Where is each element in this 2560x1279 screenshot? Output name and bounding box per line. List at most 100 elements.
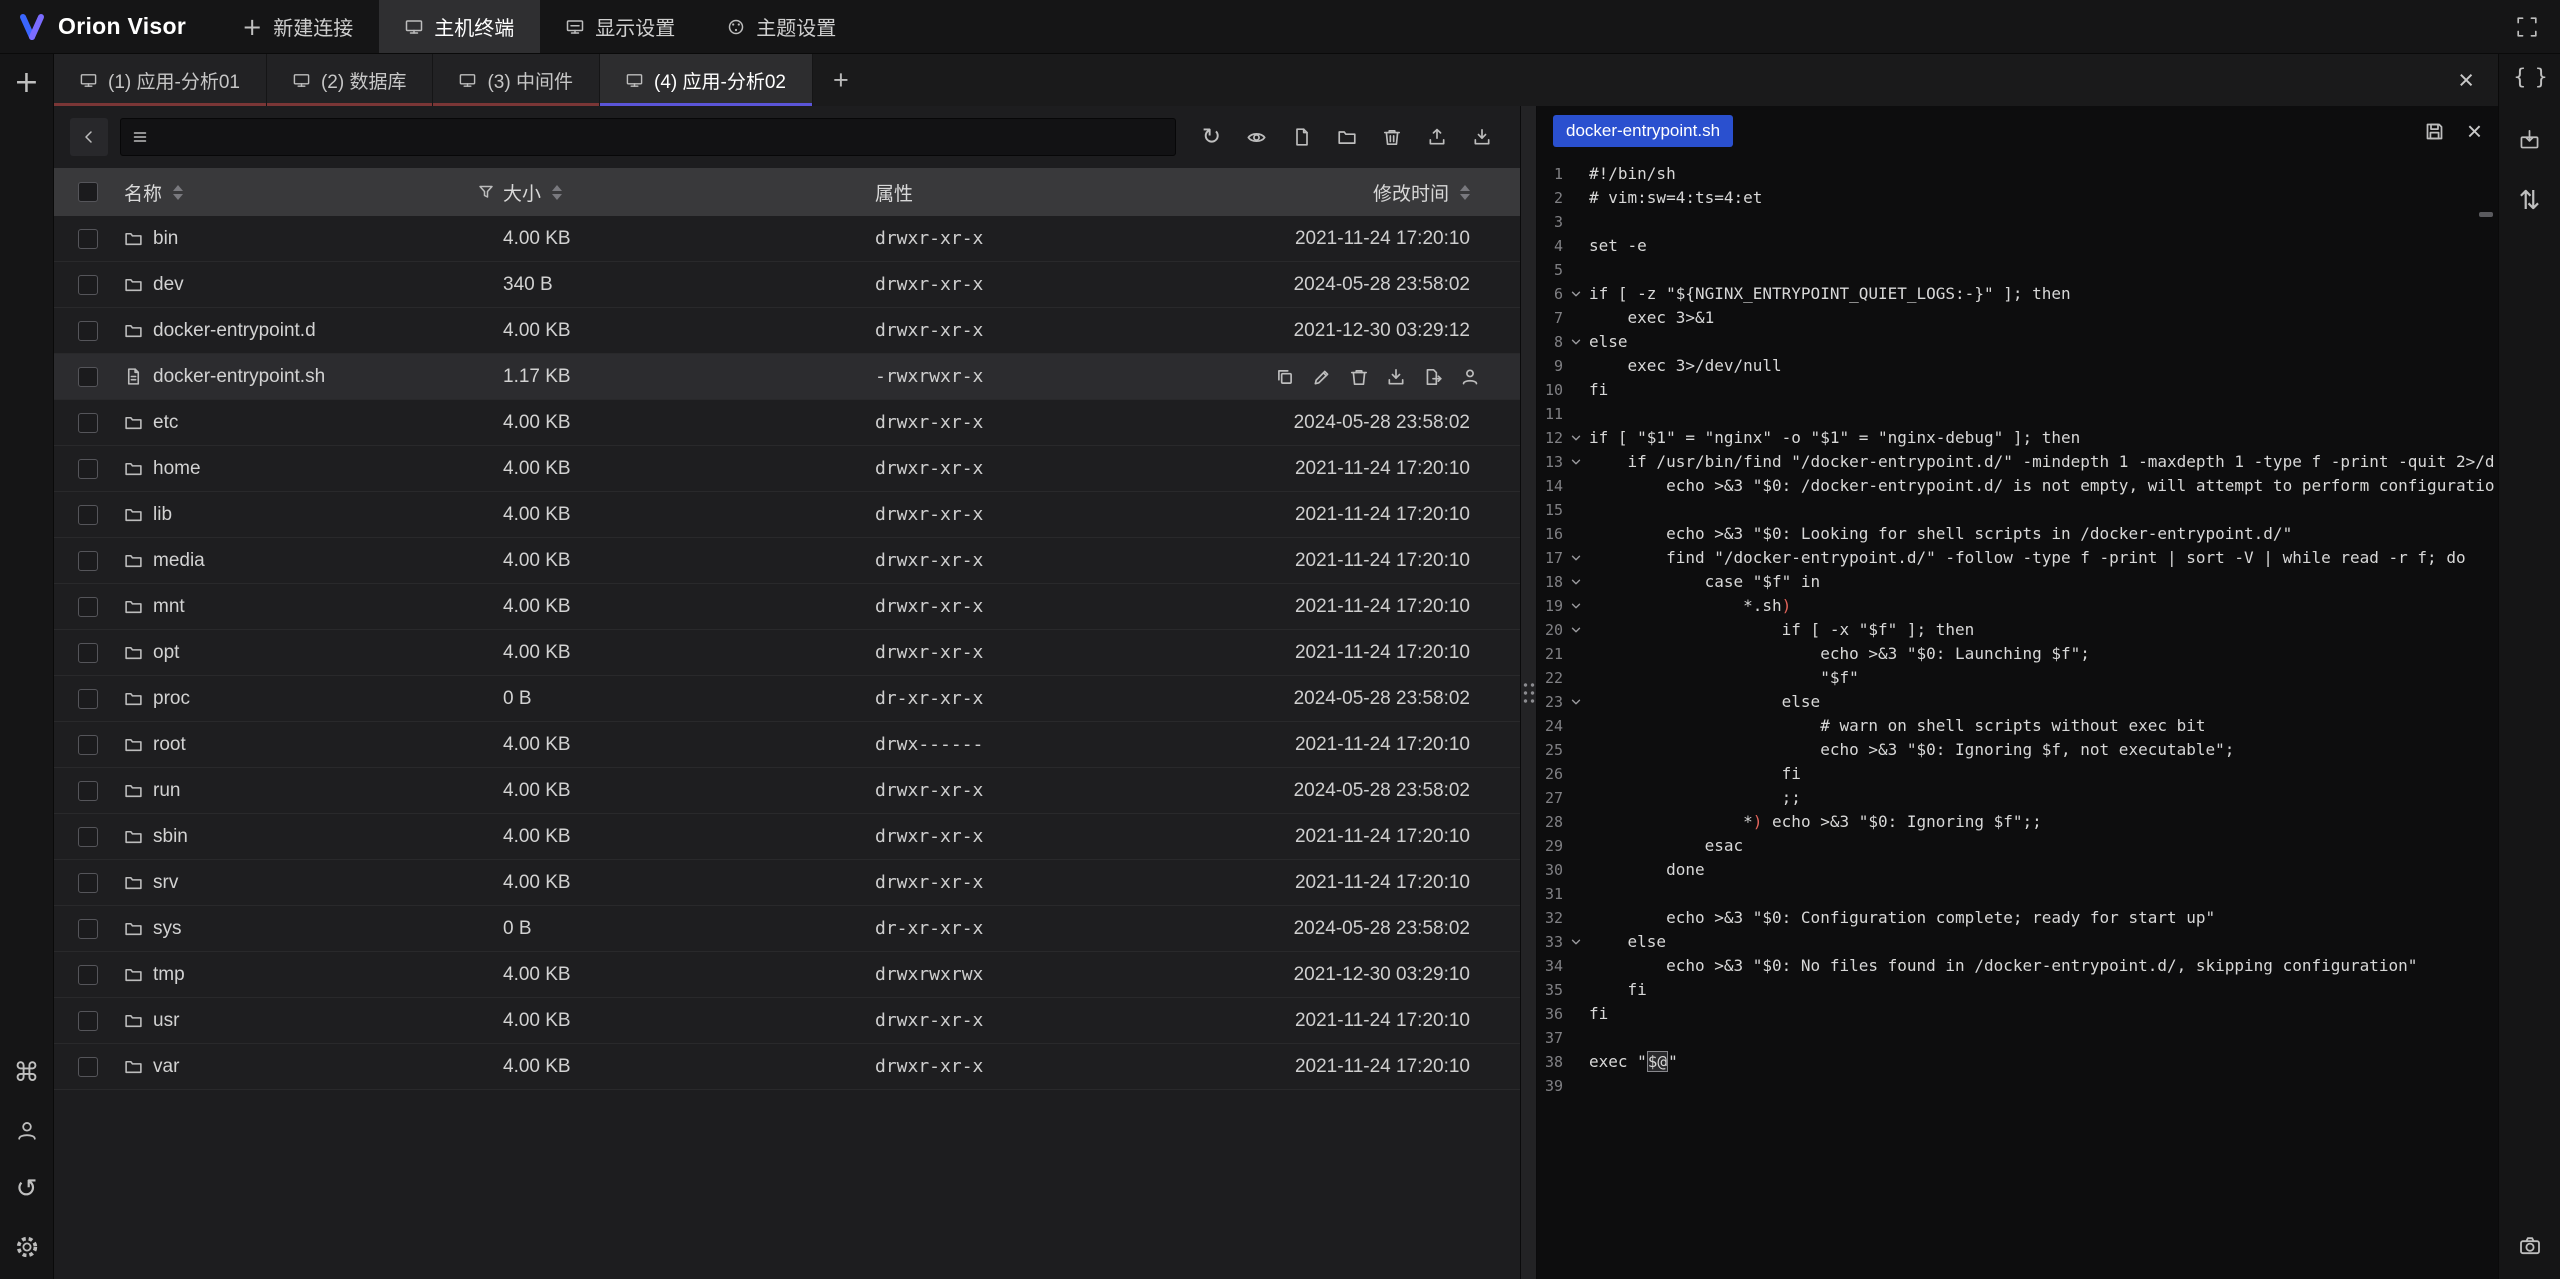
line-number[interactable]: 31 xyxy=(1537,882,1563,906)
line-number[interactable]: 18 xyxy=(1537,570,1563,594)
refresh-button[interactable]: ↻ xyxy=(1202,126,1221,149)
line-number[interactable]: 39 xyxy=(1537,1074,1563,1098)
fold-toggle[interactable] xyxy=(1563,695,1589,709)
tab-3[interactable]: (3) 中间件 xyxy=(433,54,600,106)
tab-2[interactable]: (2) 数据库 xyxy=(267,54,434,106)
line-number[interactable]: 1 xyxy=(1537,162,1563,186)
line-number[interactable]: 22 xyxy=(1537,666,1563,690)
fold-toggle[interactable] xyxy=(1563,599,1589,613)
file-row[interactable]: etc 4.00 KB drwxr-xr-x 2024-05-28 23:58:… xyxy=(54,400,1520,446)
close-editor-button[interactable]: × xyxy=(2467,118,2482,144)
variables-button[interactable]: { } xyxy=(2513,60,2547,94)
file-row[interactable]: docker-entrypoint.sh 1.17 KB -rwxrwxr-x xyxy=(54,354,1520,400)
line-number[interactable]: 5 xyxy=(1537,258,1563,282)
tab-4[interactable]: (4) 应用-分析02 xyxy=(600,54,813,106)
line-number[interactable]: 32 xyxy=(1537,906,1563,930)
file-row[interactable]: home 4.00 KB drwxr-xr-x 2021-11-24 17:20… xyxy=(54,446,1520,492)
file-row[interactable]: proc 0 B dr-xr-xr-x 2024-05-28 23:58:02 xyxy=(54,676,1520,722)
row-checkbox[interactable] xyxy=(78,781,98,801)
line-number[interactable]: 3 xyxy=(1537,210,1563,234)
line-number[interactable]: 25 xyxy=(1537,738,1563,762)
column-header-name[interactable]: 名称 xyxy=(108,179,503,206)
row-checkbox[interactable] xyxy=(78,229,98,249)
row-checkbox[interactable] xyxy=(78,505,98,525)
line-number[interactable]: 34 xyxy=(1537,954,1563,978)
fold-toggle[interactable] xyxy=(1563,455,1589,469)
fullscreen-button[interactable] xyxy=(2494,0,2560,53)
menu-item-display-settings[interactable]: 显示设置 xyxy=(540,0,701,53)
code-area[interactable]: 1 #!/bin/sh 2 xyxy=(1537,156,2498,1279)
tab-1[interactable]: (1) 应用-分析01 xyxy=(54,54,267,106)
fold-toggle[interactable] xyxy=(1563,575,1589,589)
file-row[interactable]: sys 0 B dr-xr-xr-x 2024-05-28 23:58:02 xyxy=(54,906,1520,952)
sort-carets[interactable] xyxy=(552,185,562,200)
close-panel-button[interactable]: × xyxy=(2434,54,2498,106)
sort-carets[interactable] xyxy=(173,185,183,200)
delete-button[interactable] xyxy=(1382,127,1402,147)
fold-toggle[interactable] xyxy=(1563,335,1589,349)
line-number[interactable]: 37 xyxy=(1537,1026,1563,1050)
file-row[interactable]: var 4.00 KB drwxr-xr-x 2021-11-24 17:20:… xyxy=(54,1044,1520,1090)
line-number[interactable]: 13 xyxy=(1537,450,1563,474)
file-row[interactable]: opt 4.00 KB drwxr-xr-x 2021-11-24 17:20:… xyxy=(54,630,1520,676)
file-row[interactable]: run 4.00 KB drwxr-xr-x 2024-05-28 23:58:… xyxy=(54,768,1520,814)
column-header-size[interactable]: 大小 xyxy=(503,179,875,206)
file-row[interactable]: bin 4.00 KB drwxr-xr-x 2021-11-24 17:20:… xyxy=(54,216,1520,262)
row-checkbox[interactable] xyxy=(78,873,98,893)
line-number[interactable]: 35 xyxy=(1537,978,1563,1002)
sort-switch-button[interactable]: ⇅ xyxy=(2513,184,2547,218)
delete-icon[interactable] xyxy=(1349,367,1369,387)
line-number[interactable]: 16 xyxy=(1537,522,1563,546)
move-icon[interactable] xyxy=(1423,367,1443,387)
save-button[interactable] xyxy=(2424,121,2445,142)
shortcuts-button[interactable]: ⌘ xyxy=(10,1056,44,1090)
line-number[interactable]: 12 xyxy=(1537,426,1563,450)
permission-icon[interactable] xyxy=(1460,367,1480,387)
row-checkbox[interactable] xyxy=(78,1011,98,1031)
line-number[interactable]: 20 xyxy=(1537,618,1563,642)
settings-button[interactable] xyxy=(10,1230,44,1264)
file-row[interactable]: media 4.00 KB drwxr-xr-x 2021-11-24 17:2… xyxy=(54,538,1520,584)
row-checkbox[interactable] xyxy=(78,1057,98,1077)
row-checkbox[interactable] xyxy=(78,551,98,571)
row-checkbox[interactable] xyxy=(78,321,98,341)
line-number[interactable]: 21 xyxy=(1537,642,1563,666)
line-number[interactable]: 7 xyxy=(1537,306,1563,330)
file-row[interactable]: mnt 4.00 KB drwxr-xr-x 2021-11-24 17:20:… xyxy=(54,584,1520,630)
menu-item-new-connection[interactable]: + 新建连接 xyxy=(216,0,379,53)
column-header-time[interactable]: 修改时间 xyxy=(1275,179,1470,206)
transfer-list-button[interactable] xyxy=(2513,122,2547,156)
line-number[interactable]: 26 xyxy=(1537,762,1563,786)
fold-toggle[interactable] xyxy=(1563,935,1589,949)
row-checkbox[interactable] xyxy=(78,597,98,617)
back-button[interactable] xyxy=(70,118,108,156)
file-row[interactable]: sbin 4.00 KB drwxr-xr-x 2021-11-24 17:20… xyxy=(54,814,1520,860)
panel-resize-handle[interactable] xyxy=(1520,106,1537,1279)
line-number[interactable]: 6 xyxy=(1537,282,1563,306)
fold-toggle[interactable] xyxy=(1563,431,1589,445)
file-row[interactable]: usr 4.00 KB drwxr-xr-x 2021-11-24 17:20:… xyxy=(54,998,1520,1044)
user-button[interactable] xyxy=(10,1114,44,1148)
file-row[interactable]: tmp 4.00 KB drwxrwxrwx 2021-12-30 03:29:… xyxy=(54,952,1520,998)
line-number[interactable]: 27 xyxy=(1537,786,1563,810)
menu-item-theme-settings[interactable]: 主题设置 xyxy=(701,0,862,53)
row-checkbox[interactable] xyxy=(78,367,98,387)
download-icon[interactable] xyxy=(1386,367,1406,387)
row-checkbox[interactable] xyxy=(78,413,98,433)
select-all-checkbox[interactable] xyxy=(78,182,98,202)
line-number[interactable]: 24 xyxy=(1537,714,1563,738)
show-hidden-button[interactable] xyxy=(1246,127,1267,148)
file-row[interactable]: root 4.00 KB drwx------ 2021-11-24 17:20… xyxy=(54,722,1520,768)
line-number[interactable]: 33 xyxy=(1537,930,1563,954)
line-number[interactable]: 10 xyxy=(1537,378,1563,402)
editor-scrollbar-thumb[interactable] xyxy=(2479,212,2493,217)
screenshot-button[interactable] xyxy=(2513,1229,2547,1263)
line-number[interactable]: 11 xyxy=(1537,402,1563,426)
add-tab-button[interactable]: + xyxy=(813,54,869,106)
file-row[interactable]: srv 4.00 KB drwxr-xr-x 2021-11-24 17:20:… xyxy=(54,860,1520,906)
row-checkbox[interactable] xyxy=(78,275,98,295)
row-checkbox[interactable] xyxy=(78,689,98,709)
line-number[interactable]: 28 xyxy=(1537,810,1563,834)
path-input[interactable] xyxy=(157,127,1164,148)
line-number[interactable]: 14 xyxy=(1537,474,1563,498)
